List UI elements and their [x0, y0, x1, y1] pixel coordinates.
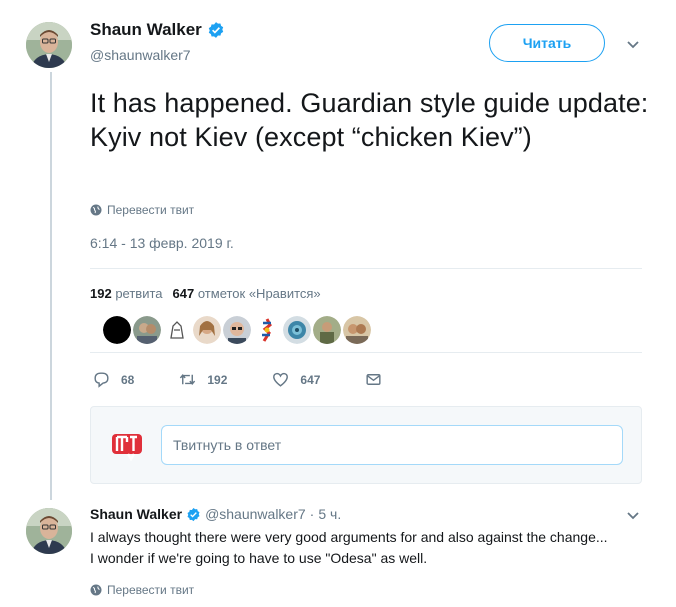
- heart-icon: [273, 372, 289, 387]
- tweet-stats: 192 ретвита 647 отметок «Нравится»: [90, 286, 321, 301]
- globe-icon: [90, 584, 102, 596]
- liker-avatar[interactable]: [253, 316, 281, 344]
- liker-avatar[interactable]: [193, 316, 221, 344]
- translate-tweet-link[interactable]: Перевести твит: [90, 203, 194, 217]
- reply-timestamp[interactable]: 5 ч.: [318, 506, 341, 522]
- tweet-text: It has happened. Guardian style guide up…: [90, 88, 649, 152]
- verified-badge-icon: [208, 22, 223, 38]
- reply-input[interactable]: Твитнуть в ответ: [161, 425, 623, 465]
- reply-count: 68: [121, 372, 135, 387]
- likes-count: 647: [172, 286, 195, 301]
- liker-avatar[interactable]: [283, 316, 311, 344]
- likes-stat[interactable]: 647 отметок «Нравится»: [173, 286, 321, 301]
- liker-avatar[interactable]: [103, 316, 131, 344]
- reply-text: I always thought there were very good ar…: [90, 529, 608, 566]
- liker-avatar[interactable]: [223, 316, 251, 344]
- retweets-label: ретвита: [115, 286, 163, 301]
- tweet-timestamp[interactable]: 6:14 - 13 февр. 2019 г.: [90, 235, 234, 251]
- translate-tweet-link[interactable]: Перевести твит: [90, 583, 194, 597]
- like-button[interactable]: 647: [271, 370, 320, 389]
- author-handle[interactable]: @shaunwalker7: [90, 47, 191, 63]
- retweet-count: 192: [207, 372, 228, 387]
- like-count: 647: [300, 372, 321, 387]
- reply-icon: [94, 372, 109, 388]
- liker-avatar[interactable]: [313, 316, 341, 344]
- verified-badge-icon: [187, 507, 200, 521]
- liker-avatar[interactable]: [343, 316, 371, 344]
- follow-button[interactable]: Читать: [489, 24, 605, 62]
- user-logo-icon: [112, 434, 142, 461]
- retweet-button[interactable]: 192: [178, 370, 227, 389]
- translate-label: Перевести твит: [107, 583, 195, 597]
- globe-icon: [90, 204, 102, 216]
- reply-author-handle[interactable]: @shaunwalker7: [205, 506, 306, 522]
- retweet-icon: [180, 374, 196, 385]
- separator-dot: ·: [309, 506, 315, 522]
- tweet-actions: 68 192 647: [92, 370, 393, 389]
- reply-button[interactable]: 68: [92, 370, 134, 389]
- author-name-row[interactable]: Shaun Walker: [90, 20, 225, 40]
- reply-header: Shaun Walker @shaunwalker7 · 5 ч.: [90, 506, 341, 522]
- likes-label: отметок «Нравится»: [197, 286, 321, 301]
- direct-message-button[interactable]: [364, 370, 393, 389]
- envelope-icon: [366, 374, 381, 385]
- divider: [90, 268, 642, 269]
- thread-line: [50, 72, 52, 500]
- author-name[interactable]: Shaun Walker: [90, 20, 202, 40]
- likers-avatars: [103, 316, 371, 344]
- retweets-stat[interactable]: 192 ретвита: [90, 286, 163, 301]
- reply-composer: Твитнуть в ответ: [90, 406, 642, 484]
- translate-label: Перевести твит: [107, 203, 195, 217]
- author-avatar[interactable]: [26, 22, 72, 68]
- reply-author-name[interactable]: Shaun Walker: [90, 506, 182, 522]
- liker-avatar[interactable]: [133, 316, 161, 344]
- chevron-down-icon[interactable]: [626, 511, 640, 521]
- chevron-down-icon[interactable]: [626, 40, 640, 50]
- reply-author-avatar[interactable]: [26, 508, 72, 554]
- divider: [90, 352, 642, 353]
- retweets-count: 192: [90, 286, 112, 301]
- liker-avatar[interactable]: [163, 316, 191, 344]
